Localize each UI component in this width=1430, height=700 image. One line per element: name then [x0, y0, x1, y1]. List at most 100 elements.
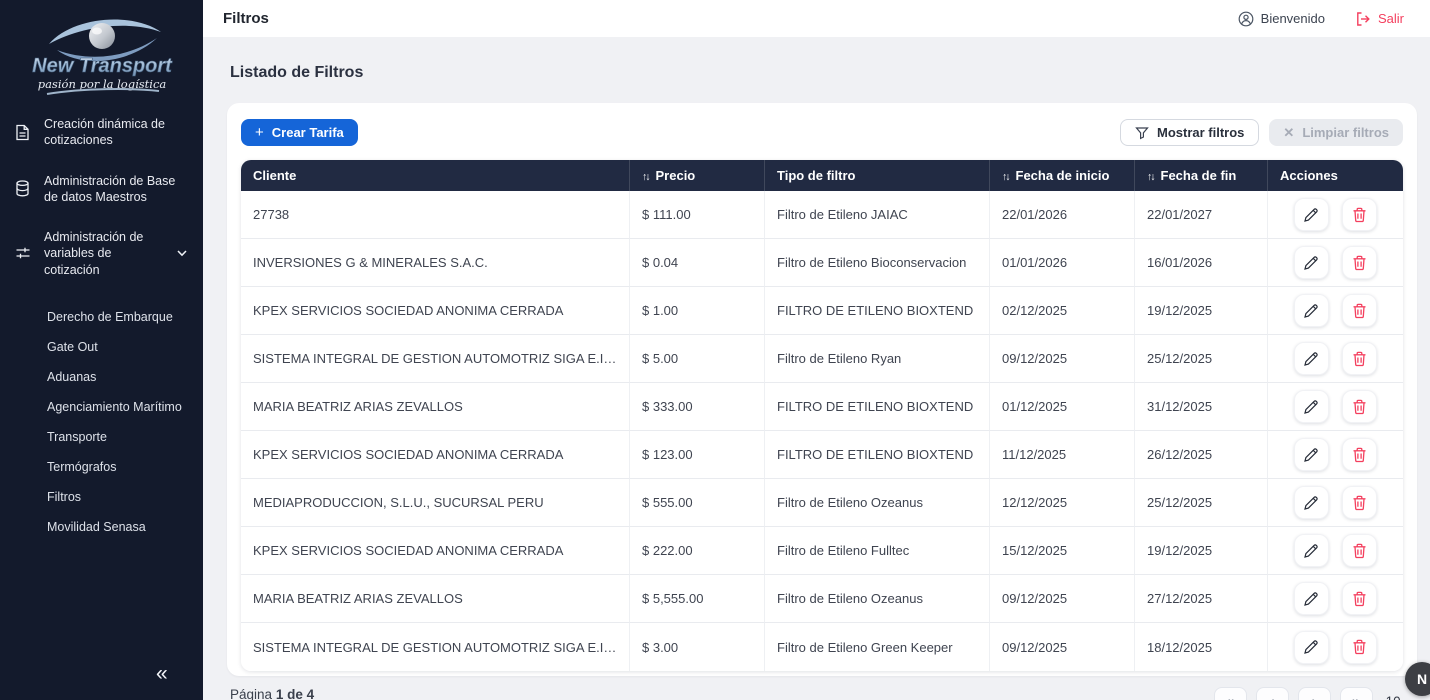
show-filters-button[interactable]: Mostrar filtros	[1120, 119, 1260, 146]
new-transport-logo: New Transport pasión por la logística	[31, 19, 173, 95]
pencil-icon	[1304, 351, 1318, 366]
toolbar-right: Mostrar filtros ✕ Limpiar filtros	[1120, 119, 1403, 146]
table-row: SISTEMA INTEGRAL DE GESTION AUTOMOTRIZ S…	[241, 335, 1403, 383]
cell-cliente: 27738	[241, 191, 629, 239]
cell-cliente: KPEX SERVICIOS SOCIEDAD ANONIMA CERRADA	[241, 527, 629, 575]
edit-button[interactable]	[1293, 390, 1329, 423]
sidebar-subitem-label: Gate Out	[47, 339, 98, 354]
prev-page-button[interactable]: ‹	[1255, 687, 1289, 700]
cell-acciones	[1267, 527, 1403, 575]
edit-button[interactable]	[1293, 486, 1329, 519]
sidebar-item-variables-cotizacion[interactable]: Administración de variables de cotizació…	[14, 229, 189, 278]
sidebar-subitem[interactable]: Aduanas	[47, 362, 189, 392]
column-acciones: Acciones	[1267, 160, 1403, 191]
welcome-menu[interactable]: Bienvenido	[1238, 11, 1325, 27]
cell-cliente: MARIA BEATRIZ ARIAS ZEVALLOS	[241, 575, 629, 623]
chevron-down-icon	[175, 246, 189, 260]
sidebar-nav: Creación dinámica de cotizaciones Admini…	[0, 116, 203, 542]
delete-button[interactable]	[1342, 246, 1378, 279]
sidebar-subitem[interactable]: Gate Out	[47, 332, 189, 362]
sidebar-item-bd-maestros[interactable]: Administración de Base de datos Maestros	[14, 173, 189, 206]
first-page-button[interactable]: «	[1213, 687, 1247, 700]
trash-icon	[1353, 255, 1366, 270]
cell-precio: $ 0.04	[629, 239, 764, 287]
column-fecha-fin[interactable]: ↑↓ Fecha de fin	[1134, 160, 1267, 191]
cell-tipo-filtro: Filtro de Etileno Ozeanus	[764, 479, 989, 527]
delete-button[interactable]	[1342, 294, 1378, 327]
cell-precio: $ 1.00	[629, 287, 764, 335]
edit-button[interactable]	[1293, 582, 1329, 615]
trash-icon	[1353, 207, 1366, 222]
delete-button[interactable]	[1342, 534, 1378, 567]
sidebar-subitem[interactable]: Transporte	[47, 422, 189, 452]
clear-filters-label: Limpiar filtros	[1302, 125, 1389, 140]
edit-button[interactable]	[1293, 246, 1329, 279]
edit-button[interactable]	[1293, 534, 1329, 567]
trash-icon	[1353, 303, 1366, 318]
sidebar-collapse-button[interactable]: «	[156, 663, 168, 684]
cell-fecha-fin: 26/12/2025	[1134, 431, 1267, 479]
delete-button[interactable]	[1342, 582, 1378, 615]
page-size-select[interactable]: 10 ⌄	[1386, 694, 1414, 700]
last-page-button[interactable]: »	[1339, 687, 1373, 700]
topbar-right: Bienvenido Salir	[1238, 11, 1404, 27]
cell-acciones	[1267, 383, 1403, 431]
cell-tipo-filtro: FILTRO DE ETILENO BIOXTEND	[764, 383, 989, 431]
pencil-icon	[1304, 640, 1318, 654]
edit-button[interactable]	[1293, 438, 1329, 471]
edit-button[interactable]	[1293, 342, 1329, 375]
cell-cliente: SISTEMA INTEGRAL DE GESTION AUTOMOTRIZ S…	[241, 335, 629, 383]
sidebar-subitem[interactable]: Termógrafos	[47, 452, 189, 482]
edit-button[interactable]	[1293, 630, 1329, 664]
trash-icon	[1353, 495, 1366, 510]
pencil-icon	[1304, 543, 1318, 558]
column-precio[interactable]: ↑↓ Precio	[629, 160, 764, 191]
edit-button[interactable]	[1293, 294, 1329, 327]
page-label: Página	[230, 687, 273, 700]
sort-icon: ↑↓	[642, 170, 650, 183]
cell-cliente: SISTEMA INTEGRAL DE GESTION AUTOMOTRIZ S…	[241, 623, 629, 671]
next-page-button[interactable]: ›	[1297, 687, 1331, 700]
pagination-controls: « ‹ › » 10 ⌄	[1213, 687, 1414, 700]
sidebar-subitem[interactable]: Filtros	[47, 482, 189, 512]
delete-button[interactable]	[1342, 198, 1378, 231]
sidebar: New Transport pasión por la logística Cr…	[0, 0, 203, 700]
sidebar-subitem[interactable]: Movilidad Senasa	[47, 512, 189, 542]
chevron-right-icon: ›	[1312, 693, 1317, 700]
sidebar-subitem[interactable]: Derecho de Embarque	[47, 302, 189, 332]
cell-tipo-filtro: Filtro de Etileno JAIAC	[764, 191, 989, 239]
double-chevron-right-icon: »	[1352, 693, 1360, 700]
delete-button[interactable]	[1342, 630, 1378, 664]
clear-filters-button[interactable]: ✕ Limpiar filtros	[1269, 119, 1403, 146]
table-row: KPEX SERVICIOS SOCIEDAD ANONIMA CERRADA …	[241, 527, 1403, 575]
trash-icon	[1353, 399, 1366, 414]
sidebar-subitem-label: Termógrafos	[47, 459, 117, 474]
delete-button[interactable]	[1342, 342, 1378, 375]
cell-precio: $ 3.00	[629, 623, 764, 671]
sort-icon: ↑↓	[1002, 170, 1010, 183]
logout-button[interactable]: Salir	[1355, 11, 1404, 27]
delete-button[interactable]	[1342, 486, 1378, 519]
cell-precio: $ 111.00	[629, 191, 764, 239]
sidebar-item-creacion-cotizaciones[interactable]: Creación dinámica de cotizaciones	[14, 116, 189, 149]
cell-fecha-inicio: 12/12/2025	[989, 479, 1134, 527]
cell-fecha-inicio: 01/01/2026	[989, 239, 1134, 287]
edit-button[interactable]	[1293, 198, 1329, 231]
delete-button[interactable]	[1342, 390, 1378, 423]
cell-fecha-fin: 31/12/2025	[1134, 383, 1267, 431]
column-fecha-inicio[interactable]: ↑↓ Fecha de inicio	[989, 160, 1134, 191]
column-tipo-filtro: Tipo de filtro	[764, 160, 989, 191]
table-row: MEDIAPRODUCCION, S.L.U., SUCURSAL PERU $…	[241, 479, 1403, 527]
sidebar-subitem-label: Filtros	[47, 489, 82, 504]
close-icon: ✕	[1283, 124, 1295, 140]
logout-label: Salir	[1377, 11, 1404, 26]
sidebar-subitem-label: Movilidad Senasa	[47, 519, 146, 534]
cell-precio: $ 555.00	[629, 479, 764, 527]
table-row: INVERSIONES G & MINERALES S.A.C. $ 0.04 …	[241, 239, 1403, 287]
sidebar-subitem[interactable]: Agenciamiento Marítimo	[47, 392, 189, 422]
logout-icon	[1355, 11, 1371, 27]
create-tariff-button[interactable]: + Crear Tarifa	[241, 119, 358, 146]
trash-icon	[1353, 543, 1366, 558]
delete-button[interactable]	[1342, 438, 1378, 471]
page-value: 1 de 4	[275, 687, 315, 700]
